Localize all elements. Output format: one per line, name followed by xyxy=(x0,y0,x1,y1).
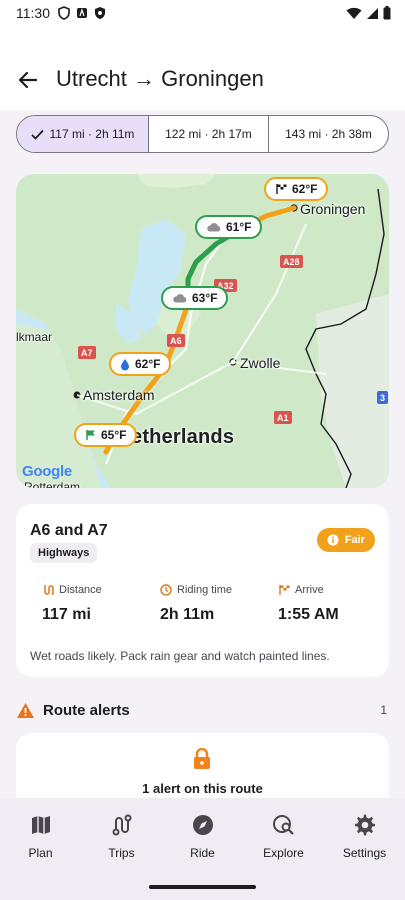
weather-temp: 61°F xyxy=(226,220,252,234)
route-option-2[interactable]: 122 mi · 2h 17m xyxy=(149,116,269,152)
cell-signal-icon xyxy=(367,7,378,19)
stat-value: 117 mi xyxy=(42,606,91,623)
route-note: Wet roads likely. Pack rain gear and wat… xyxy=(30,649,330,663)
status-bar: 11:30 xyxy=(0,0,405,26)
lock-icon xyxy=(194,748,210,769)
cloud-icon xyxy=(173,294,187,303)
weather-temp: 62°F xyxy=(135,357,161,371)
road-shield-a7: A7 xyxy=(78,346,96,359)
back-button[interactable] xyxy=(10,62,46,98)
route-summary-card[interactable]: A6 and A7 Highways Fair Distance 117 mi … xyxy=(16,504,389,677)
road-shield-a6: A6 xyxy=(167,334,185,347)
nav-label: Plan xyxy=(28,846,53,860)
check-icon xyxy=(30,129,44,140)
nav-settings[interactable]: Settings xyxy=(324,798,405,900)
nav-label: Trips xyxy=(108,846,135,860)
road-shield-a1: A1 xyxy=(274,411,292,424)
stat-value: 2h 11m xyxy=(160,606,215,623)
condition-label: Fair xyxy=(344,534,365,546)
route-icon xyxy=(112,814,131,836)
route-option-label: 122 mi · 2h 17m xyxy=(165,127,252,141)
route-alerts-header: Route alerts 1 xyxy=(16,698,389,722)
weather-pill-segment-3[interactable]: 63°F xyxy=(161,286,229,310)
weather-pill-utrecht[interactable]: 65°F xyxy=(74,423,138,447)
weather-pill-groningen[interactable]: 62°F xyxy=(264,177,329,201)
map-label-alkmaar: lkmaar xyxy=(16,330,53,344)
stat-label: Riding time xyxy=(177,584,233,596)
compass-icon xyxy=(192,815,213,835)
battery-icon xyxy=(383,6,391,20)
condition-badge: Fair xyxy=(316,528,375,552)
nav-plan[interactable]: Plan xyxy=(0,798,81,900)
route-name: A6 and A7 xyxy=(30,522,108,539)
top-app-bar: Utrecht → Groningen xyxy=(0,26,405,110)
road-shield-3: 3 xyxy=(377,391,389,404)
route-tag-chip: Highways xyxy=(30,543,98,563)
checkered-flag-icon xyxy=(276,184,287,194)
nav-label: Explore xyxy=(263,846,304,860)
route-map[interactable]: A28 A32 A6 A7 A1 3 Groningen Zwolle Amst… xyxy=(16,174,389,488)
nav-label: Settings xyxy=(342,846,387,860)
map-label-amsterdam: Amsterdam xyxy=(83,387,155,403)
app-notification-icon xyxy=(77,8,87,18)
explore-search-icon xyxy=(272,815,294,835)
route-options-segmented-control: 117 mi · 2h 11m 122 mi · 2h 17m 143 mi ·… xyxy=(16,115,389,153)
gear-icon xyxy=(354,814,375,836)
map-label-zwolle: Zwolle xyxy=(240,355,281,371)
stat-label: Distance xyxy=(59,584,102,596)
cloud-icon xyxy=(207,223,221,232)
route-option-label: 143 mi · 2h 38m xyxy=(285,127,372,141)
google-attribution: Google xyxy=(22,463,72,480)
vpn-shield-status-icon xyxy=(58,6,70,20)
raindrop-icon xyxy=(121,358,129,370)
stat-value: 1:55 AM xyxy=(278,606,339,623)
info-icon xyxy=(327,534,339,546)
nav-label: Ride xyxy=(190,846,215,860)
route-alerts-count: 1 xyxy=(380,703,387,717)
route-option-label: 117 mi · 2h 11m xyxy=(49,127,135,141)
map-icon xyxy=(31,816,50,834)
gesture-handle xyxy=(149,885,256,889)
route-option-1[interactable]: 117 mi · 2h 11m xyxy=(17,116,149,152)
weather-temp: 62°F xyxy=(292,182,318,196)
warning-icon xyxy=(17,702,34,718)
distance-icon xyxy=(44,585,54,595)
weather-pill-segment-4[interactable]: 62°F xyxy=(109,352,172,376)
map-label-groningen: Groningen xyxy=(300,201,366,217)
weather-pill-segment-2[interactable]: 61°F xyxy=(195,215,263,239)
route-option-3[interactable]: 143 mi · 2h 38m xyxy=(269,116,388,152)
stat-arrive: Arrive 1:55 AM xyxy=(278,584,339,624)
alert-summary: 1 alert on this route xyxy=(142,781,263,796)
security-status-icon xyxy=(95,7,105,19)
clock-icon xyxy=(160,584,172,596)
start-flag-icon xyxy=(86,430,95,440)
checkered-flag-icon xyxy=(279,585,290,595)
map-label-netherlands: etherlands xyxy=(131,426,235,448)
stat-riding-time: Riding time 2h 11m xyxy=(160,584,232,624)
status-time: 11:30 xyxy=(16,5,50,21)
wifi-icon xyxy=(346,7,362,19)
map-label-rotterdam: Rotterdam xyxy=(24,480,81,488)
page-title: Utrecht → Groningen xyxy=(56,66,264,91)
route-alerts-title: Route alerts xyxy=(43,701,130,719)
road-shield-a28: A28 xyxy=(280,255,303,268)
stat-distance: Distance 117 mi xyxy=(42,584,102,624)
arrow-back-icon xyxy=(18,71,38,89)
weather-temp: 63°F xyxy=(192,291,218,305)
stat-label: Arrive xyxy=(295,584,324,596)
weather-temp: 65°F xyxy=(101,428,127,442)
